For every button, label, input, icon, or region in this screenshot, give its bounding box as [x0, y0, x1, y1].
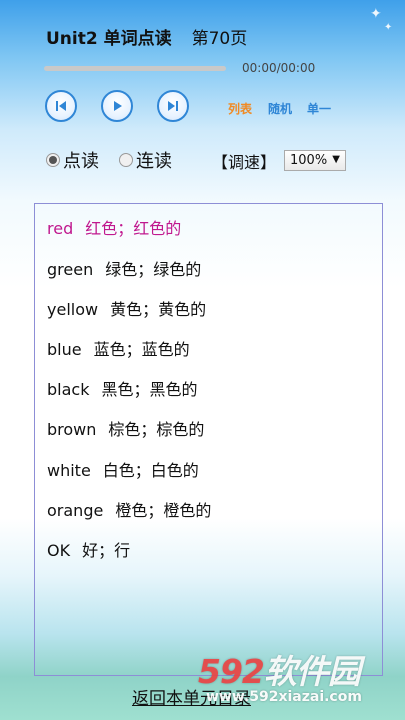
page-number: 第70页	[191, 29, 248, 49]
sparkle-icon: ✦	[370, 6, 382, 22]
mode-list-button[interactable]: 列表	[228, 100, 252, 117]
header: Unit2 单词点读 第70页	[46, 24, 247, 49]
word-item[interactable]: black 黑色；黑色的	[47, 376, 197, 400]
word-item[interactable]: green 绿色；绿色的	[47, 256, 201, 280]
speed-select[interactable]: 100% ▼	[284, 150, 346, 171]
play-icon	[114, 101, 122, 111]
word-item[interactable]: white 白色；白色的	[47, 457, 199, 481]
next-button[interactable]	[157, 90, 189, 122]
previous-button[interactable]	[45, 90, 77, 122]
radio-continuous-read[interactable]	[119, 153, 133, 167]
skip-previous-icon	[56, 101, 66, 111]
skip-next-icon	[168, 101, 178, 111]
mode-single-button[interactable]: 单一	[307, 100, 331, 117]
sparkle-icon: ✦	[384, 22, 393, 33]
speed-value: 100%	[290, 153, 328, 168]
word-item[interactable]: OK 好；行	[47, 537, 130, 561]
word-item[interactable]: yellow 黄色；黄色的	[47, 296, 206, 320]
reading-mode-group: 点读 连读	[46, 147, 172, 173]
word-item[interactable]: brown 棕色；棕色的	[47, 416, 204, 440]
radio-point-read-label[interactable]: 点读	[63, 147, 99, 173]
time-display: 00:00/00:00	[242, 61, 316, 75]
watermark-logo: 592软件园 www.592xiazai.com	[198, 652, 362, 705]
word-list: red 红色；红色的 green 绿色；绿色的 yellow 黄色；黄色的 blue 蓝…	[34, 203, 383, 676]
dropdown-arrow-icon: ▼	[332, 154, 340, 165]
word-item[interactable]: blue 蓝色；蓝色的	[47, 336, 190, 360]
mode-random-button[interactable]: 随机	[268, 100, 292, 117]
radio-point-read[interactable]	[46, 153, 60, 167]
radio-continuous-read-label[interactable]: 连读	[136, 147, 172, 173]
radio-selected-dot	[49, 156, 57, 164]
word-item[interactable]: orange 橙色；橙色的	[47, 497, 211, 521]
play-button[interactable]	[101, 90, 133, 122]
progress-bar[interactable]	[44, 66, 226, 71]
word-item[interactable]: red 红色；红色的	[47, 215, 181, 239]
page-title: Unit2 单词点读	[46, 29, 172, 49]
speed-label: 【调速】	[212, 153, 277, 172]
